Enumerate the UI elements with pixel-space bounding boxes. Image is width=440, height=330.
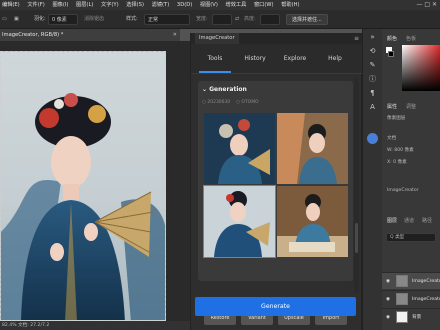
layer-row[interactable]: ◉ 背景: [382, 308, 440, 325]
tab-history[interactable]: History: [239, 44, 271, 74]
menu-item-image[interactable]: 图像(I): [52, 0, 68, 10]
menu-item-window[interactable]: 窗口(W): [254, 0, 274, 10]
layer-name: 背景: [412, 315, 422, 320]
menu-item-type[interactable]: 文字(Y): [101, 0, 119, 10]
panel-icon-strip: » ⟲ ✎ ⓘ ¶ A: [362, 29, 382, 330]
visibility-icon[interactable]: ◉: [386, 309, 390, 325]
marquee-tool-icon[interactable]: ▭: [2, 14, 12, 25]
result-thumbnail[interactable]: [277, 186, 348, 257]
layer-name: ImageCreator: [412, 279, 440, 284]
canvas-image[interactable]: [0, 51, 166, 321]
menu-item-plugins[interactable]: 增效工具: [226, 0, 247, 10]
height-input[interactable]: [260, 14, 280, 25]
panel-menu-icon[interactable]: ≡: [354, 33, 359, 44]
panel-titlebar: ImageCreator ≡: [191, 33, 363, 44]
menu-item-layer[interactable]: 图层(L): [76, 0, 93, 10]
layers-tab[interactable]: 图层: [387, 217, 397, 226]
layer-filter-select[interactable]: Q 类型: [386, 233, 436, 242]
plugin-tabs: Tools History Explore Help: [191, 44, 363, 74]
layer-row[interactable]: ◉ ImageCreator: [382, 290, 440, 307]
tab-tools[interactable]: Tools: [199, 44, 231, 74]
menu-item-help[interactable]: 帮助(H): [281, 0, 299, 10]
menu-item-view[interactable]: 视图(V): [200, 0, 218, 10]
menu-bar: 编辑(E) 文件(F) 图像(I) 图层(L) 文字(Y) 选择(S) 滤镜(T…: [0, 0, 440, 10]
active-tab-indicator: [199, 71, 231, 73]
layer-thumbnail: [396, 311, 408, 323]
radio-option-b[interactable]: ○ OTOMO: [236, 100, 259, 105]
plugin-panel: ImageCreator ≡ Tools History Explore Hel…: [190, 33, 363, 330]
visibility-icon[interactable]: ◉: [386, 273, 390, 289]
document-label: 文档: [387, 136, 397, 141]
history-icon[interactable]: ⟲: [368, 47, 377, 56]
plugin-icon[interactable]: [367, 133, 378, 144]
generation-section: ⌄ Generation ○ 20230630 ○ OTOMO Restore …: [198, 81, 353, 325]
generate-button[interactable]: Generate: [195, 297, 356, 316]
panel-scrollbar[interactable]: [354, 78, 359, 293]
result-thumbnail[interactable]: [204, 113, 275, 184]
section-title: Generation: [209, 86, 247, 93]
color-tab[interactable]: 颜色: [387, 35, 397, 44]
character-icon[interactable]: A: [368, 103, 377, 112]
document-tab[interactable]: ImageCreator, RGB/8) * ✕: [0, 29, 180, 41]
feather-label: 羽化:: [34, 16, 46, 22]
menu-item-3d[interactable]: 3D(D): [177, 0, 192, 10]
right-panels: 颜色 色板 属性 调整 像素图层 文档 W: 800 像素 X: 0 像素 Im…: [382, 29, 440, 330]
menu-icon[interactable]: »: [368, 33, 377, 42]
width-value[interactable]: W: 800 像素: [387, 147, 414, 155]
menu-item-filter[interactable]: 滤镜(T): [152, 0, 170, 10]
swap-icon[interactable]: ⇄: [235, 14, 239, 25]
style-select[interactable]: 正常: [144, 14, 190, 25]
antialias-checkbox[interactable]: 消除锯齿: [84, 14, 104, 25]
width-input[interactable]: [212, 14, 232, 25]
menu-item-select[interactable]: 选择(S): [126, 0, 144, 10]
panel-tab-imagecreator[interactable]: ImageCreator: [195, 33, 239, 44]
model-options: ○ 20230630 ○ OTOMO: [202, 99, 259, 107]
adjustments-tab[interactable]: 调整: [406, 103, 416, 112]
layer-thumbnail: [396, 293, 408, 305]
menu-item[interactable]: 编辑(E): [2, 0, 20, 10]
height-label: 高度:: [244, 16, 256, 22]
portrait-illustration: [1, 93, 165, 320]
status-bar: 82.4% 文档: 27.2/7.2: [0, 321, 190, 330]
swatches-tab[interactable]: 色板: [406, 35, 416, 44]
channels-tab[interactable]: 通道: [404, 217, 414, 226]
visibility-icon[interactable]: ◉: [386, 291, 390, 307]
options-bar: ▭ ▣ 羽化: 0 像素 消除锯齿 样式: 正常 宽度: ⇄ 高度: 选择并遮住…: [0, 10, 440, 29]
x-value[interactable]: X: 0 像素: [387, 159, 407, 167]
info-icon[interactable]: ⓘ: [368, 75, 377, 84]
layer-thumbnail: [396, 275, 408, 287]
layer-name-label: ImageCreator: [387, 188, 419, 193]
feather-input[interactable]: 0 像素: [48, 14, 78, 25]
scrollbar-thumb[interactable]: [355, 223, 358, 253]
properties-tab[interactable]: 属性: [387, 103, 397, 112]
result-thumbnail[interactable]: [277, 113, 348, 184]
select-subject-button[interactable]: 选择并遮住...: [286, 14, 328, 25]
paths-tab[interactable]: 路径: [422, 217, 432, 226]
layer-name: ImageCreator: [412, 297, 440, 302]
background-swatch[interactable]: [388, 51, 394, 57]
style-label: 样式:: [126, 16, 138, 22]
tab-explore[interactable]: Explore: [279, 44, 311, 74]
new-selection-icon[interactable]: ▣: [14, 14, 24, 25]
radio-option-a[interactable]: ○ 20230630: [202, 100, 230, 105]
result-grid: [203, 113, 348, 258]
document-title: ImageCreator, RGB/8) *: [2, 32, 64, 38]
pixel-layer-label: 像素图层: [387, 116, 406, 121]
brush-icon[interactable]: ✎: [368, 61, 377, 70]
menu-item-file[interactable]: 文件(F): [27, 0, 44, 10]
section-header[interactable]: ⌄ Generation: [202, 85, 247, 95]
color-picker-field[interactable]: [402, 45, 440, 91]
result-thumbnail-selected[interactable]: [203, 185, 276, 258]
paragraph-icon[interactable]: ¶: [368, 89, 377, 98]
window-controls[interactable]: — □ ✕: [416, 0, 437, 10]
width-label: 宽度:: [196, 16, 208, 22]
tab-help[interactable]: Help: [319, 44, 351, 74]
close-icon[interactable]: ✕: [173, 29, 177, 41]
layer-row[interactable]: ◉ ImageCreator: [382, 272, 440, 289]
